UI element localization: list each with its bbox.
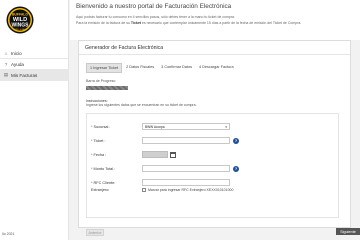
header-notice-suffix: es necesario que contemplar únicamente 1… [141, 21, 302, 25]
step-descargar-factura[interactable]: 4 Descargar Factura [195, 63, 237, 73]
back-button[interactable]: Anterior [86, 229, 104, 236]
sidebar-item-label: Inicio [11, 50, 22, 56]
step-ingresar-ticket[interactable]: 1 Ingresar Ticket [86, 63, 123, 73]
monto-label: * Monto Total : [91, 166, 116, 171]
calendar-icon[interactable] [170, 151, 176, 158]
monto-total-input[interactable] [142, 165, 230, 172]
extranjero-text: Marcar para ingresar RFC Extranjero XEXX… [148, 188, 234, 192]
ticket-input[interactable] [142, 137, 230, 144]
sucursal-row: * Sucursal : BWW Acoxpa ▾ [91, 123, 230, 130]
fecha-row: * Fecha : [91, 151, 176, 158]
buffalo-wild-wings-logo[interactable]: BUFFALO WILD WINGS GRILL & BAR [6, 6, 34, 34]
sidebar-item-label: Mis Facturas [11, 72, 38, 78]
step-confirmar-datos[interactable]: 3 Confirmar Datos [158, 63, 195, 73]
panel-title: Generador de Factura Electrónica [85, 45, 164, 51]
header-description: Aquí podrás facturar tu consumo en 4 sen… [76, 15, 235, 19]
home-icon: ⌂ [4, 50, 8, 56]
sidebar-nav: ⌂ Inicio ? Ayuda ▤ Mis Facturas [0, 48, 69, 81]
help-icon: ? [4, 61, 8, 67]
sidebar-item-label: Ayuda [11, 61, 24, 67]
header-notice: Para la emisión de la factura de su Tick… [76, 21, 301, 25]
wizard-steps: 1 Ingresar Ticket 2 Datos Fiscales 3 Con… [86, 63, 237, 73]
monto-row: * Monto Total : ? [91, 165, 239, 172]
next-button[interactable]: Siguiente [336, 228, 360, 235]
invoice-generator-panel: Generador de Factura Electrónica 1 Ingre… [78, 40, 351, 228]
ticket-form: * Sucursal : BWW Acoxpa ▾ * Ticket : ? *… [86, 113, 339, 218]
ticket-label: * Ticket : [91, 138, 106, 143]
header-notice-bold: Ticket [130, 21, 141, 25]
instructions-text: Ingrese los siguientes datos que se encu… [86, 103, 197, 107]
step-datos-fiscales[interactable]: 2 Datos Fiscales [123, 63, 158, 73]
progress-bar [86, 86, 128, 90]
divider [79, 54, 350, 55]
fecha-input[interactable] [142, 151, 168, 158]
sucursal-value: BWW Acoxpa [145, 124, 165, 129]
rfc-label: * RFC Cliente: [91, 180, 116, 185]
page-header: Bienvenido a nuestro portal de Facturaci… [70, 0, 360, 40]
fecha-label: * Fecha : [91, 152, 107, 157]
sidebar: BUFFALO WILD WINGS GRILL & BAR ⌂ Inicio … [0, 0, 69, 240]
ticket-help-icon[interactable]: ? [233, 137, 239, 144]
ticket-row: * Ticket : ? [91, 137, 239, 144]
sidebar-item-ayuda[interactable]: ? Ayuda [0, 59, 69, 70]
header-notice-prefix: Para la emisión de la factura de su [76, 21, 130, 25]
sucursal-select[interactable]: BWW Acoxpa ▾ [142, 123, 230, 130]
sidebar-item-inicio[interactable]: ⌂ Inicio [0, 48, 69, 59]
extranjero-checkbox[interactable] [142, 188, 146, 192]
progress-label: Barra de Progreso [86, 79, 116, 83]
svg-text:BUFFALO: BUFFALO [12, 13, 28, 17]
document-icon: ▤ [3, 72, 9, 77]
extranjero-label: Extranjero: [91, 188, 110, 192]
page-title: Bienvenido a nuestro portal de Facturaci… [76, 3, 232, 10]
svg-text:GRILL & BAR: GRILL & BAR [14, 28, 26, 31]
rfc-input[interactable] [142, 179, 230, 186]
sidebar-footer: Ilo 2021 [2, 232, 15, 236]
sucursal-label: * Sucursal : [91, 124, 111, 129]
svg-text:WINGS: WINGS [12, 23, 30, 29]
rfc-row: * RFC Cliente: [91, 179, 230, 186]
chevron-down-icon: ▾ [225, 124, 227, 129]
sidebar-item-mis-facturas[interactable]: ▤ Mis Facturas [0, 70, 69, 81]
monto-help-icon[interactable]: ? [233, 165, 239, 172]
extranjero-row: Extranjero: Marcar para ingresar RFC Ext… [91, 188, 233, 192]
